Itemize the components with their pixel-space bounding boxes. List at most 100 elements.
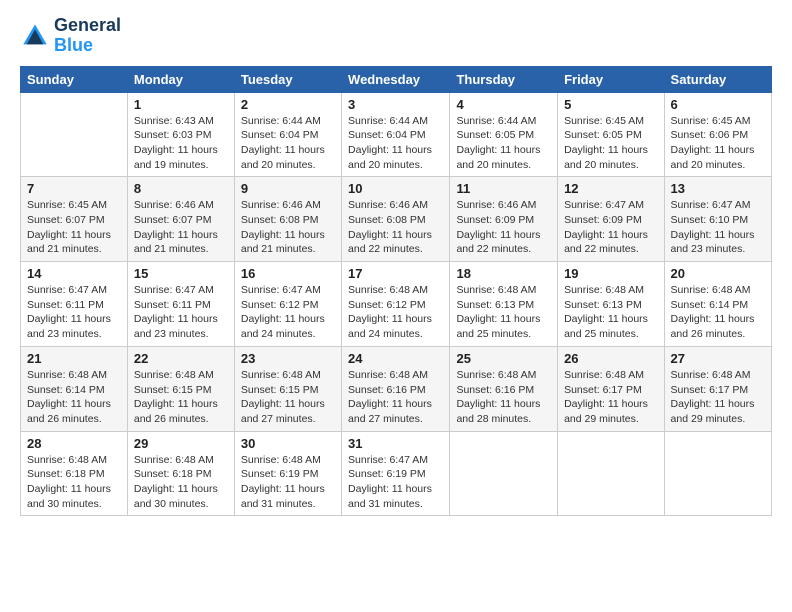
day-number: 1 [134, 97, 228, 112]
day-detail: Sunrise: 6:47 AM Sunset: 6:11 PM Dayligh… [27, 283, 121, 342]
day-detail: Sunrise: 6:48 AM Sunset: 6:15 PM Dayligh… [134, 368, 228, 427]
day-number: 19 [564, 266, 657, 281]
day-number: 10 [348, 181, 443, 196]
day-cell [664, 431, 771, 516]
day-cell: 31 Sunrise: 6:47 AM Sunset: 6:19 PM Dayli… [342, 431, 450, 516]
day-number: 7 [27, 181, 121, 196]
day-number: 27 [671, 351, 765, 366]
day-detail: Sunrise: 6:43 AM Sunset: 6:03 PM Dayligh… [134, 114, 228, 173]
day-detail: Sunrise: 6:46 AM Sunset: 6:09 PM Dayligh… [456, 198, 551, 257]
day-cell: 29 Sunrise: 6:48 AM Sunset: 6:18 PM Dayli… [127, 431, 234, 516]
day-number: 11 [456, 181, 551, 196]
day-number: 17 [348, 266, 443, 281]
day-cell: 8 Sunrise: 6:46 AM Sunset: 6:07 PM Daylig… [127, 177, 234, 262]
day-cell: 13 Sunrise: 6:47 AM Sunset: 6:10 PM Dayli… [664, 177, 771, 262]
day-detail: Sunrise: 6:47 AM Sunset: 6:10 PM Dayligh… [671, 198, 765, 257]
day-cell: 24 Sunrise: 6:48 AM Sunset: 6:16 PM Dayli… [342, 346, 450, 431]
day-number: 2 [241, 97, 335, 112]
day-detail: Sunrise: 6:48 AM Sunset: 6:14 PM Dayligh… [671, 283, 765, 342]
day-cell: 14 Sunrise: 6:47 AM Sunset: 6:11 PM Dayli… [21, 262, 128, 347]
day-number: 21 [27, 351, 121, 366]
day-detail: Sunrise: 6:47 AM Sunset: 6:09 PM Dayligh… [564, 198, 657, 257]
day-detail: Sunrise: 6:48 AM Sunset: 6:16 PM Dayligh… [348, 368, 443, 427]
day-number: 8 [134, 181, 228, 196]
header-monday: Monday [127, 66, 234, 92]
day-number: 23 [241, 351, 335, 366]
day-cell: 26 Sunrise: 6:48 AM Sunset: 6:17 PM Dayli… [558, 346, 664, 431]
day-detail: Sunrise: 6:46 AM Sunset: 6:08 PM Dayligh… [241, 198, 335, 257]
day-cell: 1 Sunrise: 6:43 AM Sunset: 6:03 PM Daylig… [127, 92, 234, 177]
week-row-3: 14 Sunrise: 6:47 AM Sunset: 6:11 PM Dayli… [21, 262, 772, 347]
header: General Blue [20, 16, 772, 56]
calendar-table: SundayMondayTuesdayWednesdayThursdayFrid… [20, 66, 772, 517]
calendar-header-row: SundayMondayTuesdayWednesdayThursdayFrid… [21, 66, 772, 92]
day-detail: Sunrise: 6:44 AM Sunset: 6:04 PM Dayligh… [241, 114, 335, 173]
day-number: 9 [241, 181, 335, 196]
day-detail: Sunrise: 6:47 AM Sunset: 6:11 PM Dayligh… [134, 283, 228, 342]
day-number: 3 [348, 97, 443, 112]
day-number: 31 [348, 436, 443, 451]
day-cell: 22 Sunrise: 6:48 AM Sunset: 6:15 PM Dayli… [127, 346, 234, 431]
day-number: 13 [671, 181, 765, 196]
logo: General Blue [20, 16, 121, 56]
day-cell: 21Sunrise: 6:48 AM Sunset: 6:14 PM Dayli… [21, 346, 128, 431]
day-cell: 17 Sunrise: 6:48 AM Sunset: 6:12 PM Dayli… [342, 262, 450, 347]
day-cell: 28Sunrise: 6:48 AM Sunset: 6:18 PM Dayli… [21, 431, 128, 516]
day-number: 29 [134, 436, 228, 451]
day-detail: Sunrise: 6:48 AM Sunset: 6:17 PM Dayligh… [671, 368, 765, 427]
day-cell: 20 Sunrise: 6:48 AM Sunset: 6:14 PM Dayli… [664, 262, 771, 347]
day-cell [21, 92, 128, 177]
day-cell: 2 Sunrise: 6:44 AM Sunset: 6:04 PM Daylig… [234, 92, 341, 177]
header-wednesday: Wednesday [342, 66, 450, 92]
day-detail: Sunrise: 6:46 AM Sunset: 6:08 PM Dayligh… [348, 198, 443, 257]
day-detail: Sunrise: 6:48 AM Sunset: 6:12 PM Dayligh… [348, 283, 443, 342]
day-number: 18 [456, 266, 551, 281]
day-detail: Sunrise: 6:44 AM Sunset: 6:05 PM Dayligh… [456, 114, 551, 173]
week-row-5: 28Sunrise: 6:48 AM Sunset: 6:18 PM Dayli… [21, 431, 772, 516]
day-cell: 7 Sunrise: 6:45 AM Sunset: 6:07 PM Daylig… [21, 177, 128, 262]
day-number: 5 [564, 97, 657, 112]
day-cell: 11 Sunrise: 6:46 AM Sunset: 6:09 PM Dayli… [450, 177, 558, 262]
day-detail: Sunrise: 6:48 AM Sunset: 6:18 PM Dayligh… [134, 453, 228, 512]
day-detail: Sunrise: 6:45 AM Sunset: 6:05 PM Dayligh… [564, 114, 657, 173]
week-row-1: 1 Sunrise: 6:43 AM Sunset: 6:03 PM Daylig… [21, 92, 772, 177]
day-number: 16 [241, 266, 335, 281]
week-row-2: 7 Sunrise: 6:45 AM Sunset: 6:07 PM Daylig… [21, 177, 772, 262]
day-cell: 30 Sunrise: 6:48 AM Sunset: 6:19 PM Dayli… [234, 431, 341, 516]
week-row-4: 21Sunrise: 6:48 AM Sunset: 6:14 PM Dayli… [21, 346, 772, 431]
calendar-body: 1 Sunrise: 6:43 AM Sunset: 6:03 PM Daylig… [21, 92, 772, 516]
day-number: 25 [456, 351, 551, 366]
day-number: 15 [134, 266, 228, 281]
day-detail: Sunrise: 6:47 AM Sunset: 6:12 PM Dayligh… [241, 283, 335, 342]
page-container: General Blue SundayMondayTuesdayWednesda… [0, 0, 792, 526]
day-detail: Sunrise: 6:48 AM Sunset: 6:18 PM Dayligh… [27, 453, 121, 512]
day-number: 26 [564, 351, 657, 366]
day-cell: 23 Sunrise: 6:48 AM Sunset: 6:15 PM Dayli… [234, 346, 341, 431]
day-number: 14 [27, 266, 121, 281]
header-thursday: Thursday [450, 66, 558, 92]
day-cell: 15 Sunrise: 6:47 AM Sunset: 6:11 PM Dayli… [127, 262, 234, 347]
header-saturday: Saturday [664, 66, 771, 92]
logo-icon [20, 21, 50, 51]
day-detail: Sunrise: 6:48 AM Sunset: 6:15 PM Dayligh… [241, 368, 335, 427]
day-number: 22 [134, 351, 228, 366]
day-number: 6 [671, 97, 765, 112]
day-detail: Sunrise: 6:46 AM Sunset: 6:07 PM Dayligh… [134, 198, 228, 257]
day-detail: Sunrise: 6:48 AM Sunset: 6:17 PM Dayligh… [564, 368, 657, 427]
day-cell: 19Sunrise: 6:48 AM Sunset: 6:13 PM Dayli… [558, 262, 664, 347]
day-detail: Sunrise: 6:45 AM Sunset: 6:07 PM Dayligh… [27, 198, 121, 257]
day-cell: 16 Sunrise: 6:47 AM Sunset: 6:12 PM Dayli… [234, 262, 341, 347]
day-cell: 4 Sunrise: 6:44 AM Sunset: 6:05 PM Daylig… [450, 92, 558, 177]
day-detail: Sunrise: 6:48 AM Sunset: 6:19 PM Dayligh… [241, 453, 335, 512]
logo-text: General Blue [54, 16, 121, 56]
day-cell: 18Sunrise: 6:48 AM Sunset: 6:13 PM Dayli… [450, 262, 558, 347]
day-cell: 5 Sunrise: 6:45 AM Sunset: 6:05 PM Daylig… [558, 92, 664, 177]
day-number: 24 [348, 351, 443, 366]
day-detail: Sunrise: 6:47 AM Sunset: 6:19 PM Dayligh… [348, 453, 443, 512]
day-number: 20 [671, 266, 765, 281]
day-detail: Sunrise: 6:45 AM Sunset: 6:06 PM Dayligh… [671, 114, 765, 173]
day-number: 30 [241, 436, 335, 451]
day-number: 4 [456, 97, 551, 112]
day-cell: 10 Sunrise: 6:46 AM Sunset: 6:08 PM Dayli… [342, 177, 450, 262]
day-cell: 9 Sunrise: 6:46 AM Sunset: 6:08 PM Daylig… [234, 177, 341, 262]
